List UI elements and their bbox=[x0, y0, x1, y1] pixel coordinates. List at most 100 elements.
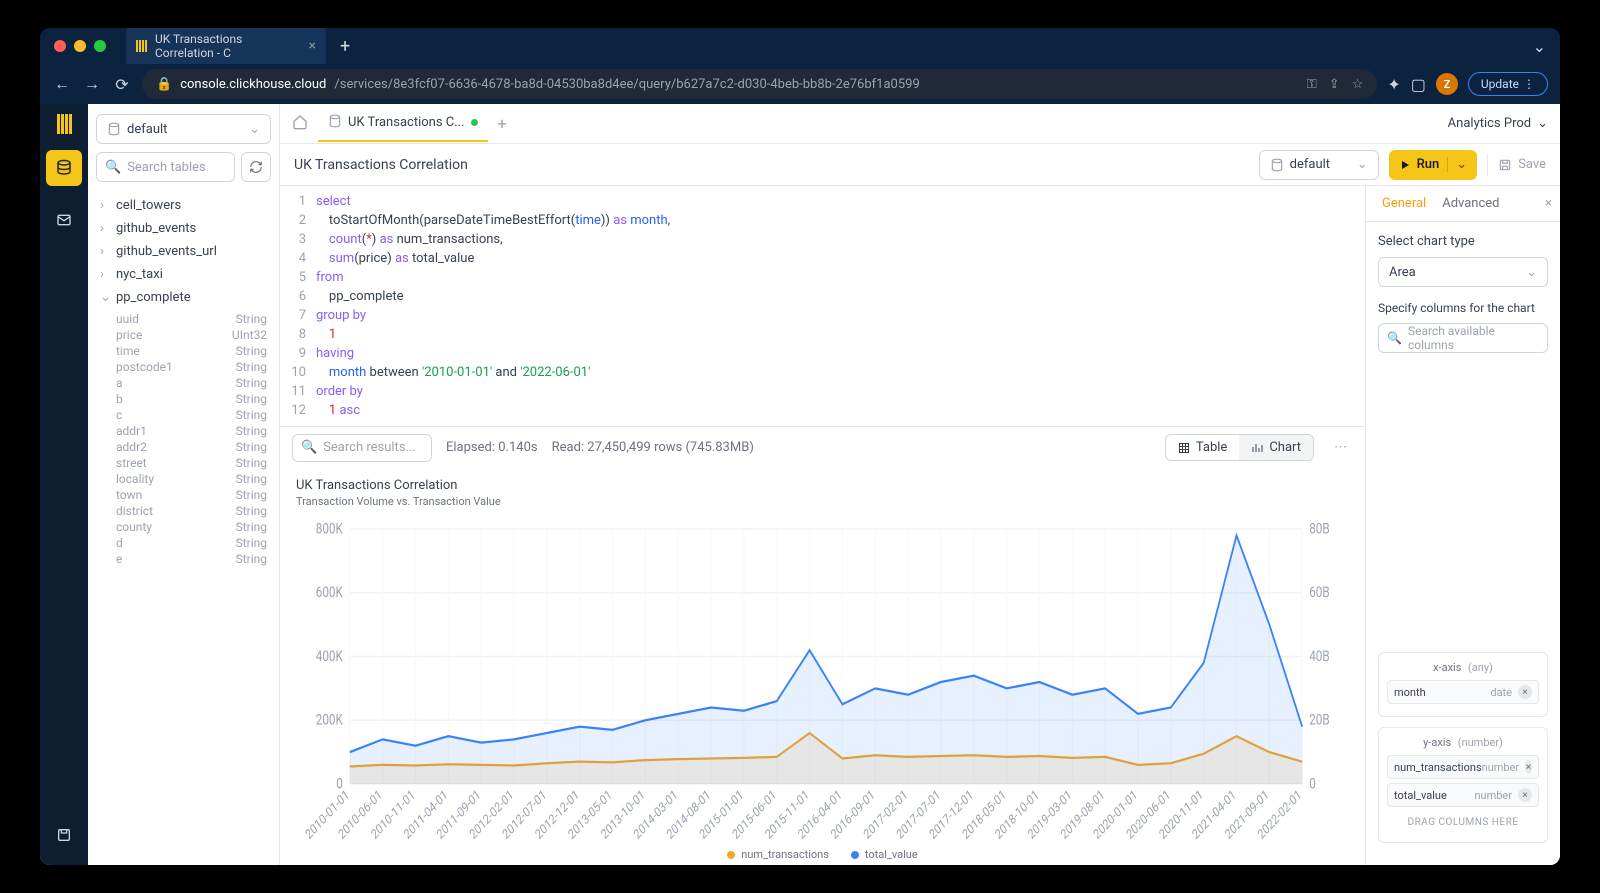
column-item[interactable]: addr2String bbox=[116, 439, 267, 455]
chevron-down-icon: ⌄ bbox=[249, 122, 260, 137]
query-tab[interactable]: UK Transactions C... bbox=[318, 106, 488, 142]
editor-gutter: 123456789101112 bbox=[280, 192, 316, 420]
minimize-window-button[interactable] bbox=[74, 40, 86, 52]
drop-columns-hint: DRAG COLUMNS HERE bbox=[1387, 811, 1539, 834]
column-item[interactable]: uuidString bbox=[116, 311, 267, 327]
chevron-down-icon: ⌄ bbox=[1537, 116, 1548, 131]
column-item[interactable]: postcode1String bbox=[116, 359, 267, 375]
rail-item-mail[interactable] bbox=[46, 202, 82, 238]
column-item[interactable]: addr1String bbox=[116, 423, 267, 439]
database-selector[interactable]: default ⌄ bbox=[96, 114, 271, 144]
window-menu-chevron-icon[interactable]: ⌄ bbox=[1533, 37, 1546, 56]
column-item[interactable]: priceUInt32 bbox=[116, 327, 267, 343]
x-axis-config: x-axis (any) monthdate× bbox=[1378, 652, 1548, 717]
run-button[interactable]: Run ⌄ bbox=[1389, 150, 1478, 180]
back-button[interactable]: ← bbox=[52, 74, 72, 94]
chart-view-button[interactable]: Chart bbox=[1239, 435, 1313, 460]
profile-avatar[interactable]: Z bbox=[1436, 73, 1458, 95]
caret-icon: › bbox=[100, 244, 110, 259]
table-item[interactable]: ›cell_towers bbox=[92, 194, 275, 217]
run-database-selector[interactable]: default ⌄ bbox=[1259, 150, 1379, 180]
browser-tab[interactable]: UK Transactions Correlation - C × bbox=[126, 28, 326, 66]
column-item[interactable]: timeString bbox=[116, 343, 267, 359]
column-item[interactable]: countyString bbox=[116, 519, 267, 535]
save-icon bbox=[1498, 158, 1512, 172]
search-columns-input[interactable]: 🔍 Search available columns bbox=[1378, 323, 1548, 353]
menu-dots-icon: ⋮ bbox=[1523, 77, 1535, 91]
home-button[interactable] bbox=[292, 114, 308, 134]
column-item[interactable]: bString bbox=[116, 391, 267, 407]
column-item[interactable]: eString bbox=[116, 551, 267, 567]
remove-column-button[interactable]: × bbox=[1518, 685, 1532, 699]
caret-icon: › bbox=[100, 267, 110, 282]
table-item[interactable]: ›nyc_taxi bbox=[92, 263, 275, 286]
database-icon bbox=[55, 159, 73, 177]
table-view-button[interactable]: Table bbox=[1166, 435, 1239, 460]
save-button[interactable]: Save bbox=[1498, 157, 1546, 172]
editor-code[interactable]: select toStartOfMonth(parseDateTimeBestE… bbox=[316, 192, 1365, 420]
more-options-button[interactable]: ⋯ bbox=[1328, 440, 1353, 455]
reload-button[interactable]: ⟳ bbox=[112, 75, 132, 94]
close-window-button[interactable] bbox=[54, 40, 66, 52]
url-host: console.clickhouse.cloud bbox=[180, 77, 326, 92]
clickhouse-logo-icon bbox=[136, 40, 147, 52]
add-query-tab-button[interactable]: + bbox=[498, 114, 507, 133]
results-statusbar: 🔍 Search results... Elapsed: 0.140s Read… bbox=[280, 426, 1365, 468]
run-options-chevron-icon[interactable]: ⌄ bbox=[1447, 157, 1467, 172]
table-item[interactable]: ›github_events_url bbox=[92, 240, 275, 263]
database-icon bbox=[1270, 158, 1284, 172]
chart-type-label: Select chart type bbox=[1378, 234, 1548, 249]
share-icon[interactable]: ⇪ bbox=[1329, 77, 1340, 92]
new-tab-button[interactable]: + bbox=[332, 36, 358, 57]
star-icon[interactable]: ☆ bbox=[1352, 77, 1364, 92]
panel-icon[interactable]: ▢ bbox=[1411, 75, 1426, 94]
extensions-icon[interactable]: ✦ bbox=[1387, 75, 1400, 94]
rail-item-settings[interactable] bbox=[46, 817, 82, 853]
remove-column-button[interactable]: × bbox=[1525, 760, 1532, 774]
column-item[interactable]: streetString bbox=[116, 455, 267, 471]
column-item[interactable]: townString bbox=[116, 487, 267, 503]
maximize-window-button[interactable] bbox=[94, 40, 106, 52]
urlbar: ← → ⟳ 🔒 console.clickhouse.cloud/service… bbox=[40, 64, 1560, 104]
sql-editor[interactable]: 123456789101112 select toStartOfMonth(pa… bbox=[280, 186, 1365, 426]
table-item[interactable]: ›github_events bbox=[92, 217, 275, 240]
axis-column-item[interactable]: num_transactionsnumber× bbox=[1387, 755, 1539, 779]
search-tables-input[interactable]: 🔍 Search tables bbox=[96, 152, 235, 182]
search-results-input[interactable]: 🔍 Search results... bbox=[292, 434, 432, 462]
config-tab-general[interactable]: General bbox=[1374, 188, 1434, 219]
column-item[interactable]: dString bbox=[116, 535, 267, 551]
app-logo-icon[interactable] bbox=[57, 114, 72, 134]
refresh-button[interactable] bbox=[241, 152, 271, 182]
close-tab-icon[interactable]: × bbox=[309, 38, 316, 54]
chart-type-selector[interactable]: Area ⌄ bbox=[1378, 257, 1548, 287]
key-icon[interactable]: ⚿ bbox=[1307, 77, 1317, 92]
address-bar[interactable]: 🔒 console.clickhouse.cloud/services/8e3f… bbox=[142, 69, 1377, 99]
database-icon bbox=[107, 122, 121, 136]
update-button[interactable]: Update ⋮ bbox=[1468, 72, 1548, 96]
svg-text:800K: 800K bbox=[316, 521, 344, 538]
project-selector[interactable]: Analytics Prod ⌄ bbox=[1448, 116, 1548, 131]
svg-text:400K: 400K bbox=[316, 649, 344, 666]
table-icon bbox=[1178, 442, 1190, 454]
search-icon: 🔍 bbox=[105, 160, 121, 175]
view-toggle: Table Chart bbox=[1165, 434, 1314, 461]
column-item[interactable]: cString bbox=[116, 407, 267, 423]
column-item[interactable]: districtString bbox=[116, 503, 267, 519]
svg-text:600K: 600K bbox=[316, 585, 344, 602]
unsaved-indicator-icon bbox=[471, 119, 478, 126]
traffic-lights bbox=[54, 40, 106, 52]
table-item[interactable]: ⌄pp_complete bbox=[92, 286, 275, 309]
column-item[interactable]: aString bbox=[116, 375, 267, 391]
forward-button[interactable]: → bbox=[82, 74, 102, 94]
query-title-row: UK Transactions Correlation default ⌄ Ru… bbox=[280, 144, 1560, 186]
close-panel-button[interactable]: × bbox=[1545, 196, 1552, 211]
axis-column-item[interactable]: total_valuenumber× bbox=[1387, 783, 1539, 807]
search-icon: 🔍 bbox=[1387, 331, 1402, 345]
caret-icon: › bbox=[100, 221, 110, 236]
remove-column-button[interactable]: × bbox=[1518, 788, 1532, 802]
axis-column-item[interactable]: monthdate× bbox=[1387, 680, 1539, 704]
config-tab-advanced[interactable]: Advanced bbox=[1434, 188, 1507, 219]
rail-item-sql[interactable] bbox=[46, 150, 82, 186]
column-item[interactable]: localityString bbox=[116, 471, 267, 487]
browser-tab-title: UK Transactions Correlation - C bbox=[155, 32, 295, 60]
